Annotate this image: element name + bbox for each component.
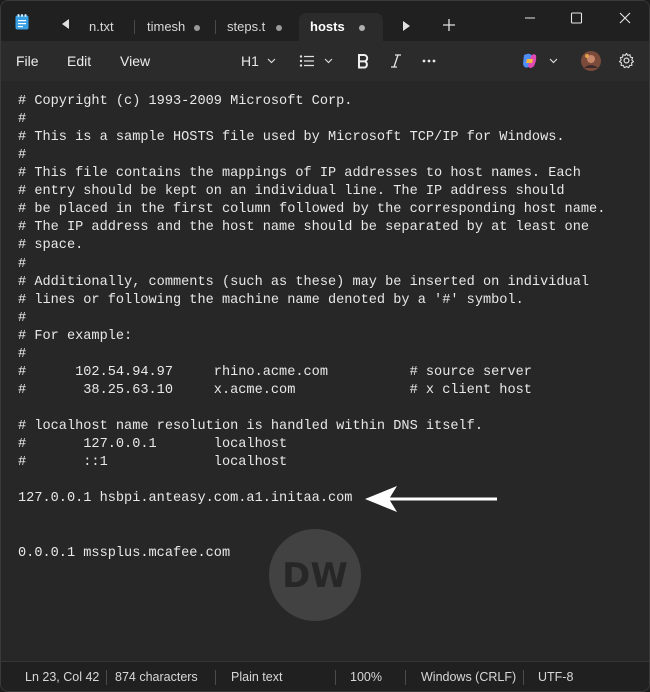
editor-line: # be placed in the first column followed… — [18, 202, 606, 218]
copilot-button[interactable] — [521, 50, 561, 72]
svg-text:DW: DW — [282, 556, 348, 596]
menu-bar: File Edit View H1 — [1, 41, 649, 81]
editor-line: # This is a sample HOSTS file used by Mi… — [18, 130, 565, 146]
italic-icon[interactable] — [389, 53, 403, 69]
annotation-arrow-icon — [365, 486, 497, 512]
editor-line: # 38.25.63.10 x.acme.com # x client host — [18, 382, 532, 398]
notepad-icon — [15, 14, 29, 30]
editor-line: # Additionally, comments (such as these)… — [18, 274, 590, 290]
gear-icon[interactable] — [618, 52, 635, 69]
tab-label: steps.t — [227, 19, 266, 34]
menu-edit[interactable]: Edit — [67, 53, 91, 69]
status-separator — [106, 670, 107, 685]
copilot-icon — [523, 53, 537, 68]
editor-line: # lines or following the machine name de… — [18, 292, 524, 308]
editor-line: # The IP address and the host name shoul… — [18, 220, 590, 236]
maximize-icon[interactable] — [564, 9, 588, 27]
tab-steps[interactable]: steps.t — [221, 13, 293, 41]
list-dropdown[interactable] — [299, 50, 339, 72]
tab-label: n.txt — [89, 19, 114, 34]
tab-scroll-right-icon[interactable] — [401, 21, 411, 31]
zoom-level[interactable]: 100% — [350, 670, 382, 684]
tab-label: timesh — [147, 19, 185, 34]
tab-timesh[interactable]: timesh — [141, 13, 211, 41]
notepad-window: n.txt timesh steps.t hosts File Edit Vie… — [0, 0, 650, 692]
editor-line: # — [18, 256, 27, 272]
status-separator — [335, 670, 336, 685]
tab-label: hosts — [310, 19, 345, 34]
close-icon[interactable] — [613, 9, 637, 27]
menu-view[interactable]: View — [120, 53, 150, 69]
avatar[interactable] — [581, 51, 601, 71]
more-icon[interactable] — [422, 59, 436, 63]
unsaved-dot-icon — [276, 25, 282, 31]
chevron-down-icon — [324, 58, 333, 64]
editor-line: # 127.0.0.1 localhost — [18, 437, 288, 453]
chevron-down-icon — [549, 58, 558, 64]
status-separator — [405, 670, 406, 685]
text-editor[interactable]: # Copyright (c) 1993-2009 Microsoft Corp… — [1, 81, 649, 661]
status-bar: Ln 23, Col 42 874 characters Plain text … — [1, 661, 649, 691]
editor-line: # — [18, 346, 27, 362]
bold-icon[interactable] — [356, 53, 370, 69]
minimize-icon[interactable] — [518, 9, 542, 27]
editor-line: # space. — [18, 238, 84, 254]
unsaved-dot-icon — [194, 25, 200, 31]
menu-file[interactable]: File — [16, 53, 39, 69]
heading-label: H1 — [241, 53, 259, 69]
tab-separator — [134, 20, 135, 34]
tab-n-txt[interactable]: n.txt — [87, 13, 127, 41]
editor-line: # ::1 localhost — [18, 455, 288, 471]
heading-dropdown[interactable]: H1 — [239, 50, 279, 72]
editor-line: # localhost name resolution is handled w… — [18, 419, 483, 435]
tab-hosts[interactable]: hosts — [299, 13, 383, 41]
watermark-logo-icon: DW — [269, 529, 361, 621]
cursor-position[interactable]: Ln 23, Col 42 — [25, 670, 99, 684]
tab-scroll-left-icon[interactable] — [61, 19, 71, 29]
editor-line: # This file contains the mappings of IP … — [18, 166, 581, 182]
tab-separator — [215, 20, 216, 34]
editor-line: # — [18, 112, 27, 128]
status-separator — [215, 670, 216, 685]
list-icon — [299, 55, 314, 67]
editor-line: # For example: — [18, 328, 133, 344]
new-tab-icon[interactable] — [442, 18, 456, 32]
text-format[interactable]: Plain text — [231, 670, 282, 684]
status-separator — [523, 670, 524, 685]
title-bar: n.txt timesh steps.t hosts — [1, 1, 649, 41]
editor-line: # — [18, 310, 27, 326]
line-ending[interactable]: Windows (CRLF) — [421, 670, 516, 684]
editor-line: # — [18, 148, 27, 164]
editor-line: 127.0.0.1 hsbpi.anteasy.com.a1.initaa.co… — [18, 491, 353, 507]
editor-line: # 102.54.94.97 rhino.acme.com # source s… — [18, 364, 532, 380]
editor-line: 0.0.0.1 mssplus.mcafee.com — [18, 545, 231, 561]
editor-line: # Copyright (c) 1993-2009 Microsoft Corp… — [18, 94, 353, 109]
chevron-down-icon — [267, 58, 276, 64]
editor-line: # entry should be kept on an individual … — [18, 184, 565, 200]
unsaved-dot-icon — [359, 25, 365, 31]
encoding[interactable]: UTF-8 — [538, 670, 573, 684]
character-count: 874 characters — [115, 670, 198, 684]
